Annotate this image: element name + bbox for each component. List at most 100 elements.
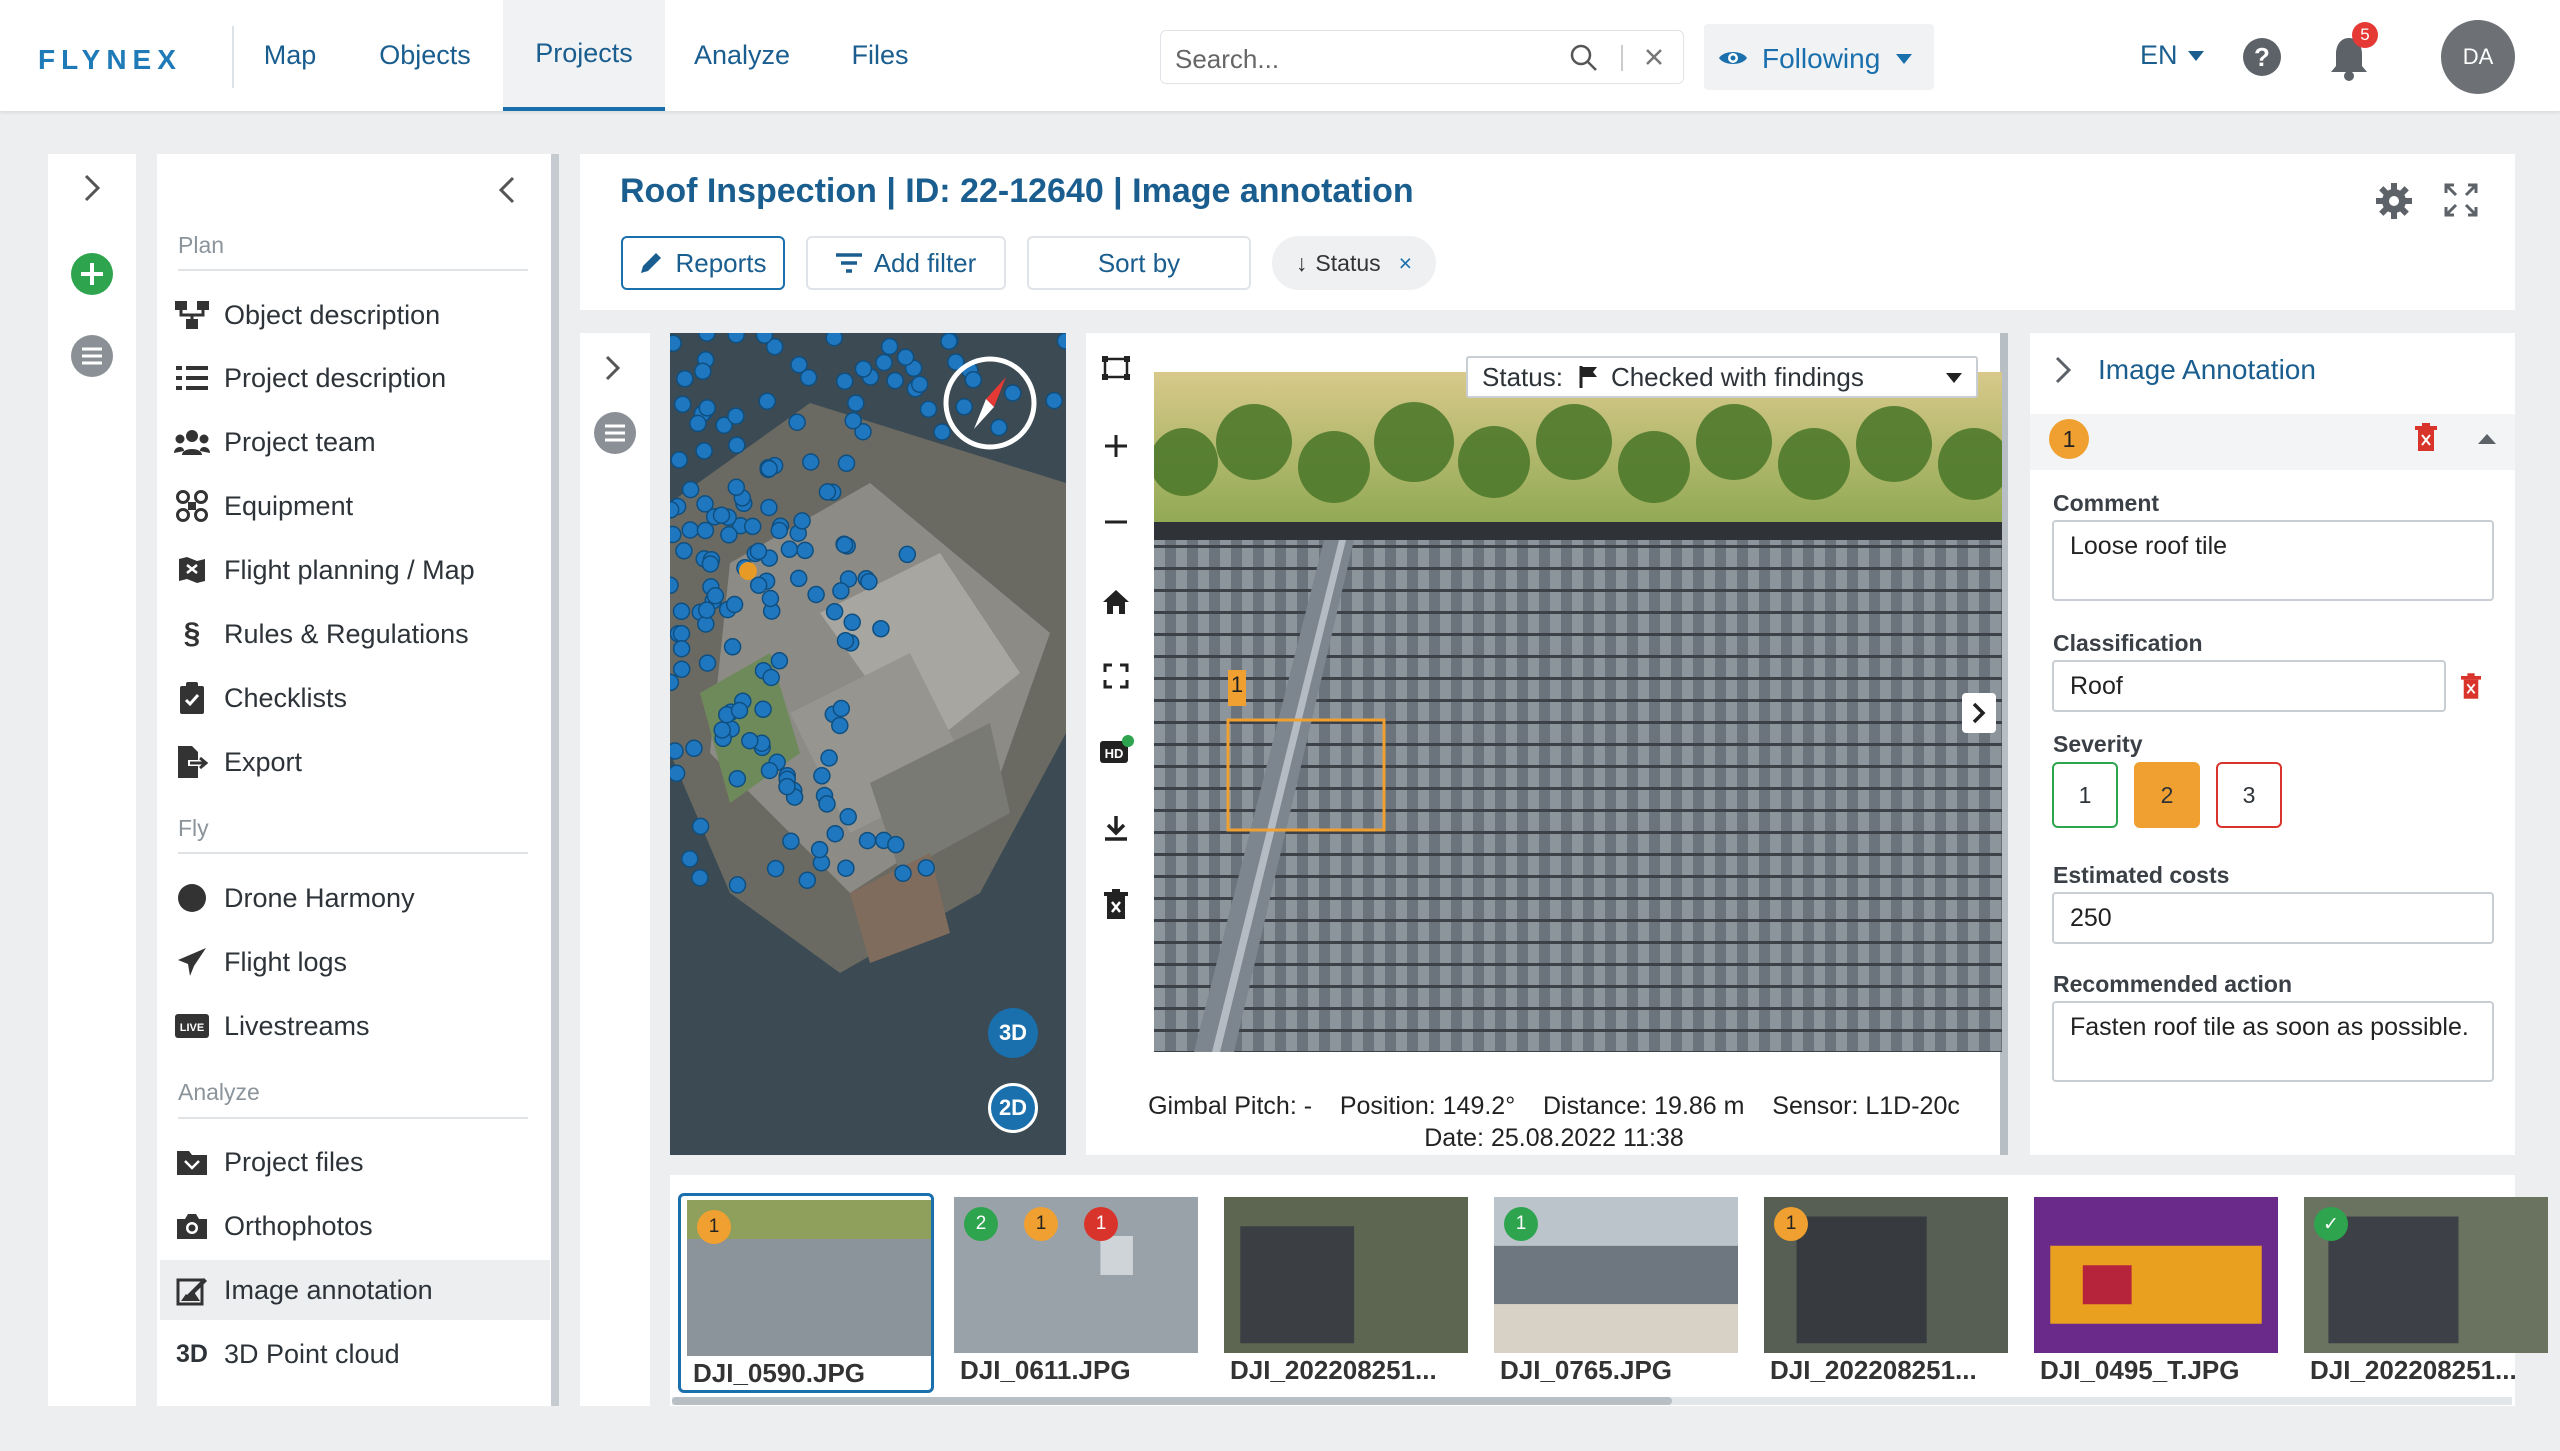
sort-by-button[interactable]: Sort by	[1027, 236, 1251, 290]
sidebar-item-label: Orthophotos	[224, 1210, 373, 1241]
chevron-up-icon[interactable]	[2478, 434, 2496, 444]
annotation-count-badge: 1	[1024, 1207, 1058, 1241]
list-icon[interactable]	[593, 411, 637, 455]
sidebar-item-project-description[interactable]: Project description	[160, 348, 550, 408]
view-3d-button[interactable]: 3D	[988, 1008, 1038, 1058]
classification-label: Classification	[2053, 630, 2203, 656]
severity-option-3[interactable]: 3	[2216, 762, 2282, 828]
sidebar-item-checklists[interactable]: Checklists	[160, 668, 550, 728]
sidebar-item-label: Object description	[224, 299, 441, 330]
next-image-button[interactable]	[1962, 693, 1996, 733]
sidebar-item-rules[interactable]: § Rules & Regulations	[160, 604, 550, 664]
sidebar-item-drone-harmony[interactable]: Drone Harmony	[160, 868, 550, 928]
roof-image[interactable]: 1	[1154, 372, 2002, 1052]
sidebar-item-project-team[interactable]: Project team	[160, 412, 550, 472]
sidebar-item-label: Equipment	[224, 490, 354, 521]
horizontal-scrollbar[interactable]	[672, 1397, 2512, 1405]
fullscreen-icon[interactable]	[2444, 183, 2478, 217]
help-icon[interactable]: ?	[2243, 38, 2281, 76]
status-filter-chip[interactable]: ↓ Status ×	[1272, 236, 1436, 290]
home-icon[interactable]	[1096, 582, 1136, 622]
thumbnail-caption: DJI_0590.JPG	[693, 1358, 866, 1388]
sidebar-item-export[interactable]: Export	[160, 732, 550, 792]
list-icon[interactable]	[70, 334, 114, 378]
nav-files[interactable]: Files	[830, 0, 930, 111]
scrollbar-thumb[interactable]	[672, 1397, 1672, 1405]
annotation-count-badge: 1	[1504, 1207, 1538, 1241]
estimated-costs-field[interactable]: 250	[2052, 892, 2494, 944]
thumbnail-item[interactable]: ✓ DJI_202208251...	[2298, 1193, 2554, 1393]
add-filter-button[interactable]: Add filter	[806, 236, 1006, 290]
thumbnail-item[interactable]: 1 DJI_0765.JPG	[1488, 1193, 1744, 1393]
close-icon[interactable]: ×	[1399, 250, 1412, 277]
thumbnail-item[interactable]: DJI_0495_T.JPG	[2028, 1193, 2284, 1393]
sidebar-item-3d-point-cloud[interactable]: 3D 3D Point cloud	[160, 1324, 550, 1384]
thumbnail-item[interactable]: DJI_202208251...	[1218, 1193, 1474, 1393]
reports-button[interactable]: Reports	[621, 236, 785, 290]
recommended-action-label: Recommended action	[2053, 971, 2292, 997]
nav-analyze[interactable]: Analyze	[676, 0, 808, 111]
thumbnail-caption: DJI_0611.JPG	[960, 1355, 1131, 1385]
hd-icon[interactable]: HD	[1096, 730, 1136, 770]
svg-text:HD: HD	[1105, 746, 1124, 761]
clear-search-icon[interactable]	[1644, 47, 1664, 67]
gear-icon[interactable]	[2375, 182, 2413, 220]
sidebar-item-project-files[interactable]: Project files	[160, 1132, 550, 1192]
sidebar-item-flight-planning[interactable]: Flight planning / Map	[160, 540, 550, 600]
map-icon	[160, 555, 224, 585]
sidebar-item-orthophotos[interactable]: Orthophotos	[160, 1196, 550, 1256]
sidebar-item-label: Flight logs	[224, 946, 348, 977]
chevron-right-icon[interactable]	[604, 355, 622, 381]
thumbnail-item[interactable]: 1 DJI_202208251...	[1758, 1193, 2014, 1393]
classification-field[interactable]: Roof	[2052, 660, 2446, 712]
divider	[178, 1117, 528, 1119]
compass-icon[interactable]	[942, 355, 1038, 451]
delete-icon[interactable]	[2415, 423, 2437, 451]
download-icon[interactable]	[1096, 808, 1136, 848]
language-select[interactable]: EN	[2140, 40, 2204, 71]
sidebar-item-flight-logs[interactable]: Flight logs	[160, 932, 550, 992]
sidebar-item-object-description[interactable]: Object description	[160, 285, 550, 345]
chevron-right-icon[interactable]	[82, 174, 102, 202]
sort-arrow-icon: ↓	[1295, 249, 1308, 276]
live-icon: LIVE	[160, 1014, 224, 1038]
delete-icon[interactable]	[2461, 673, 2481, 699]
search-box[interactable]: Search...	[1160, 30, 1684, 84]
annotation-panel-title: Image Annotation	[2098, 354, 2316, 385]
estimated-costs-label: Estimated costs	[2053, 862, 2230, 888]
sidebar-item-equipment[interactable]: Equipment	[160, 476, 550, 536]
image-date: Date: 25.08.2022 11:38	[1424, 1124, 1684, 1152]
severity-option-2[interactable]: 2	[2134, 762, 2200, 828]
drone-icon	[160, 490, 224, 522]
image-annotation-marker[interactable]: 1	[1228, 672, 1246, 704]
sidebar-item-livestreams[interactable]: LIVE Livestreams	[160, 996, 550, 1056]
zoom-out-icon[interactable]	[1096, 502, 1136, 542]
chevron-right-icon[interactable]	[2054, 356, 2072, 384]
status-select[interactable]: Status: Checked with findings	[1466, 356, 1978, 398]
delete-icon[interactable]	[1096, 884, 1136, 924]
collapse-icon[interactable]	[497, 176, 517, 204]
select-rect-icon[interactable]	[1096, 348, 1136, 388]
following-dropdown[interactable]: Following	[1704, 24, 1934, 90]
view-2d-button[interactable]: 2D	[988, 1083, 1038, 1133]
search-icon[interactable]	[1569, 43, 1599, 73]
nav-map[interactable]: Map	[240, 0, 340, 111]
page-title: Roof Inspection | ID: 22-12640 | Image a…	[620, 172, 1414, 210]
thumbnail-item[interactable]: 1 DJI_0590.JPG	[678, 1193, 934, 1393]
avatar[interactable]: DA	[2441, 20, 2515, 94]
thumbnail-item[interactable]: 2 1 1 DJI_0611.JPG	[948, 1193, 1204, 1393]
sidebar-item-image-annotation[interactable]: Image annotation	[160, 1260, 550, 1320]
recommended-action-field[interactable]: Fasten roof tile as soon as possible.	[2052, 1001, 2494, 1082]
add-icon[interactable]	[70, 252, 114, 296]
nav-projects[interactable]: Projects	[503, 0, 665, 111]
section-analyze: Analyze	[178, 1079, 260, 1105]
severity-option-1[interactable]: 1	[2052, 762, 2118, 828]
fit-screen-icon[interactable]	[1096, 656, 1136, 696]
map-view[interactable]: 3D 2D	[670, 333, 1066, 1155]
sidebar-item-label: Rules & Regulations	[224, 618, 469, 649]
nav-objects[interactable]: Objects	[355, 0, 495, 111]
thumbnail-image	[2034, 1197, 2278, 1353]
comment-field[interactable]: Loose roof tile	[2052, 520, 2494, 601]
zoom-in-icon[interactable]	[1096, 426, 1136, 466]
flynex-logo[interactable]: FLYNEX	[38, 44, 182, 76]
